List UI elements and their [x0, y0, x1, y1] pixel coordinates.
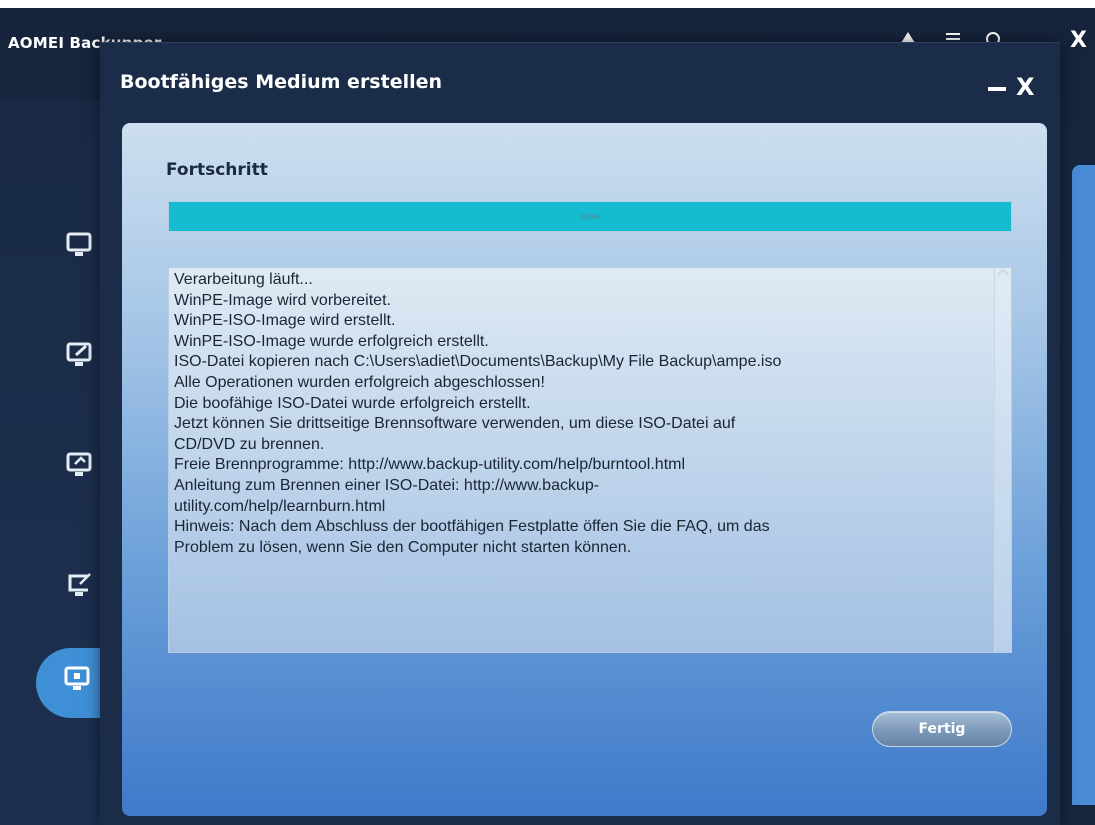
log-line: Problem zu lösen, wenn Sie den Computer … [174, 538, 632, 556]
minimize-button[interactable] [988, 87, 1006, 91]
log-line: Die boofähige ISO-Datei wurde erfolgreic… [174, 394, 531, 412]
log-line: Jetzt können Sie drittseitige Brennsoftw… [174, 415, 736, 433]
home-icon[interactable] [66, 230, 100, 262]
dialog-title: Bootfähiges Medium erstellen [120, 71, 443, 93]
log-line: WinPE-ISO-Image wurde erfolgreich erstel… [174, 332, 489, 350]
log-line: Hinweis: Nach dem Abschluss der bootfähi… [174, 518, 770, 536]
log-line: CD/DVD zu brennen. [174, 435, 325, 453]
log-lines: Verarbeitung läuft... WinPE-Image wird v… [174, 270, 994, 558]
tools-icon [64, 664, 98, 696]
log-scrollbar[interactable] [994, 268, 1011, 652]
backup-icon[interactable] [66, 340, 100, 372]
log-line: ISO-Datei kopieren nach C:\Users\adiet\D… [174, 353, 782, 371]
clone-icon[interactable] [66, 570, 100, 602]
log-line: utility.com/help/learnburn.html [174, 497, 386, 515]
content-panel-edge [1072, 165, 1095, 805]
log-output-box[interactable]: Verarbeitung läuft... WinPE-Image wird v… [168, 267, 1012, 653]
progress-heading: Fortschritt [166, 160, 268, 180]
finish-button[interactable]: Fertig [872, 711, 1012, 747]
dialog-content-panel: Fortschritt 100% Verarbeitung läuft... W… [122, 123, 1047, 816]
progress-bar: 100% [168, 201, 1012, 232]
dialog-close-button[interactable]: X [1016, 73, 1035, 101]
log-line: WinPE-ISO-Image wird erstellt. [174, 312, 396, 330]
restore-icon[interactable] [66, 450, 100, 482]
log-line: Verarbeitung läuft... [174, 271, 313, 288]
log-line: Freie Brennprogramme: http://www.backup-… [174, 456, 686, 474]
window-top-edge [0, 0, 1095, 8]
progress-percent-label: 100% [579, 212, 600, 221]
scroll-up-arrow-icon[interactable] [997, 268, 1009, 280]
app-close-button[interactable]: X [1070, 28, 1087, 53]
log-line: WinPE-Image wird vorbereitet. [174, 291, 391, 309]
log-line: Alle Operationen wurden erfolgreich abge… [174, 373, 545, 391]
create-bootable-media-dialog: Bootfähiges Medium erstellen X Fortschri… [100, 42, 1060, 825]
log-line: Anleitung zum Brennen einer ISO-Datei: h… [174, 476, 600, 494]
